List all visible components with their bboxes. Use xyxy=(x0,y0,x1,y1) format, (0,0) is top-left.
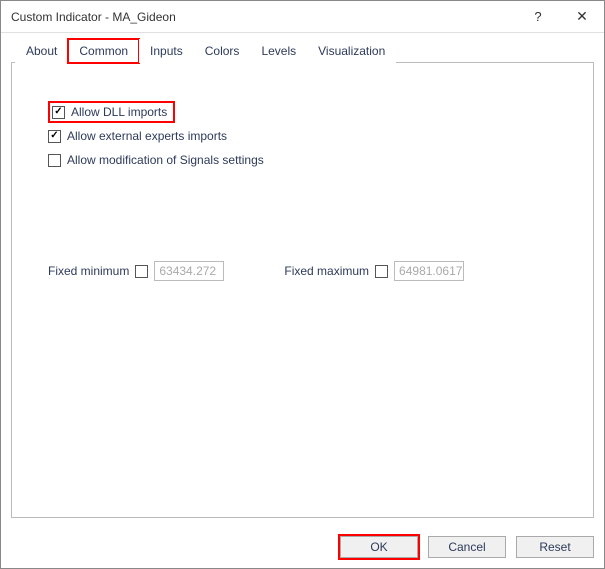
tab-levels[interactable]: Levels xyxy=(250,39,307,63)
fixed-maximum-input[interactable]: 64981.0617 xyxy=(394,261,464,281)
button-bar: OK Cancel Reset xyxy=(1,528,604,568)
fixed-row: Fixed minimum 63434.272 Fixed maximum 64… xyxy=(48,261,557,281)
allow-experts-label: Allow external experts imports xyxy=(67,129,227,143)
help-button[interactable]: ? xyxy=(516,2,560,32)
titlebar: Custom Indicator - MA_Gideon ? ✕ xyxy=(1,1,604,33)
reset-button[interactable]: Reset xyxy=(516,536,594,558)
dialog-window: Custom Indicator - MA_Gideon ? ✕ About C… xyxy=(0,0,605,569)
fixed-maximum-label: Fixed maximum xyxy=(284,264,369,278)
fixed-minimum-group: Fixed minimum 63434.272 xyxy=(48,261,224,281)
allow-signals-label: Allow modification of Signals settings xyxy=(67,153,264,167)
tab-common[interactable]: Common xyxy=(68,39,139,63)
allow-dll-label: Allow DLL imports xyxy=(71,105,167,119)
allow-signals-checkbox[interactable] xyxy=(48,154,61,167)
allow-experts-row[interactable]: Allow external experts imports xyxy=(48,125,557,147)
tab-panel-common: Allow DLL imports Allow external experts… xyxy=(11,62,594,518)
tab-colors[interactable]: Colors xyxy=(194,39,251,63)
cancel-button[interactable]: Cancel xyxy=(428,536,506,558)
fixed-minimum-input[interactable]: 63434.272 xyxy=(154,261,224,281)
tab-about[interactable]: About xyxy=(15,39,68,63)
fixed-minimum-checkbox[interactable] xyxy=(135,265,148,278)
ok-button[interactable]: OK xyxy=(340,536,418,558)
allow-dll-row[interactable]: Allow DLL imports xyxy=(48,101,175,123)
window-title: Custom Indicator - MA_Gideon xyxy=(11,10,516,24)
allow-signals-row[interactable]: Allow modification of Signals settings xyxy=(48,149,557,171)
close-icon: ✕ xyxy=(576,8,588,25)
tab-inputs[interactable]: Inputs xyxy=(139,39,194,63)
fixed-minimum-label: Fixed minimum xyxy=(48,264,129,278)
tab-strip: About Common Inputs Colors Levels Visual… xyxy=(11,39,594,63)
content-area: About Common Inputs Colors Levels Visual… xyxy=(1,33,604,528)
fixed-maximum-checkbox[interactable] xyxy=(375,265,388,278)
allow-dll-checkbox[interactable] xyxy=(52,106,65,119)
tab-visualization[interactable]: Visualization xyxy=(307,39,396,63)
allow-experts-checkbox[interactable] xyxy=(48,130,61,143)
close-button[interactable]: ✕ xyxy=(560,2,604,32)
fixed-maximum-group: Fixed maximum 64981.0617 xyxy=(284,261,464,281)
